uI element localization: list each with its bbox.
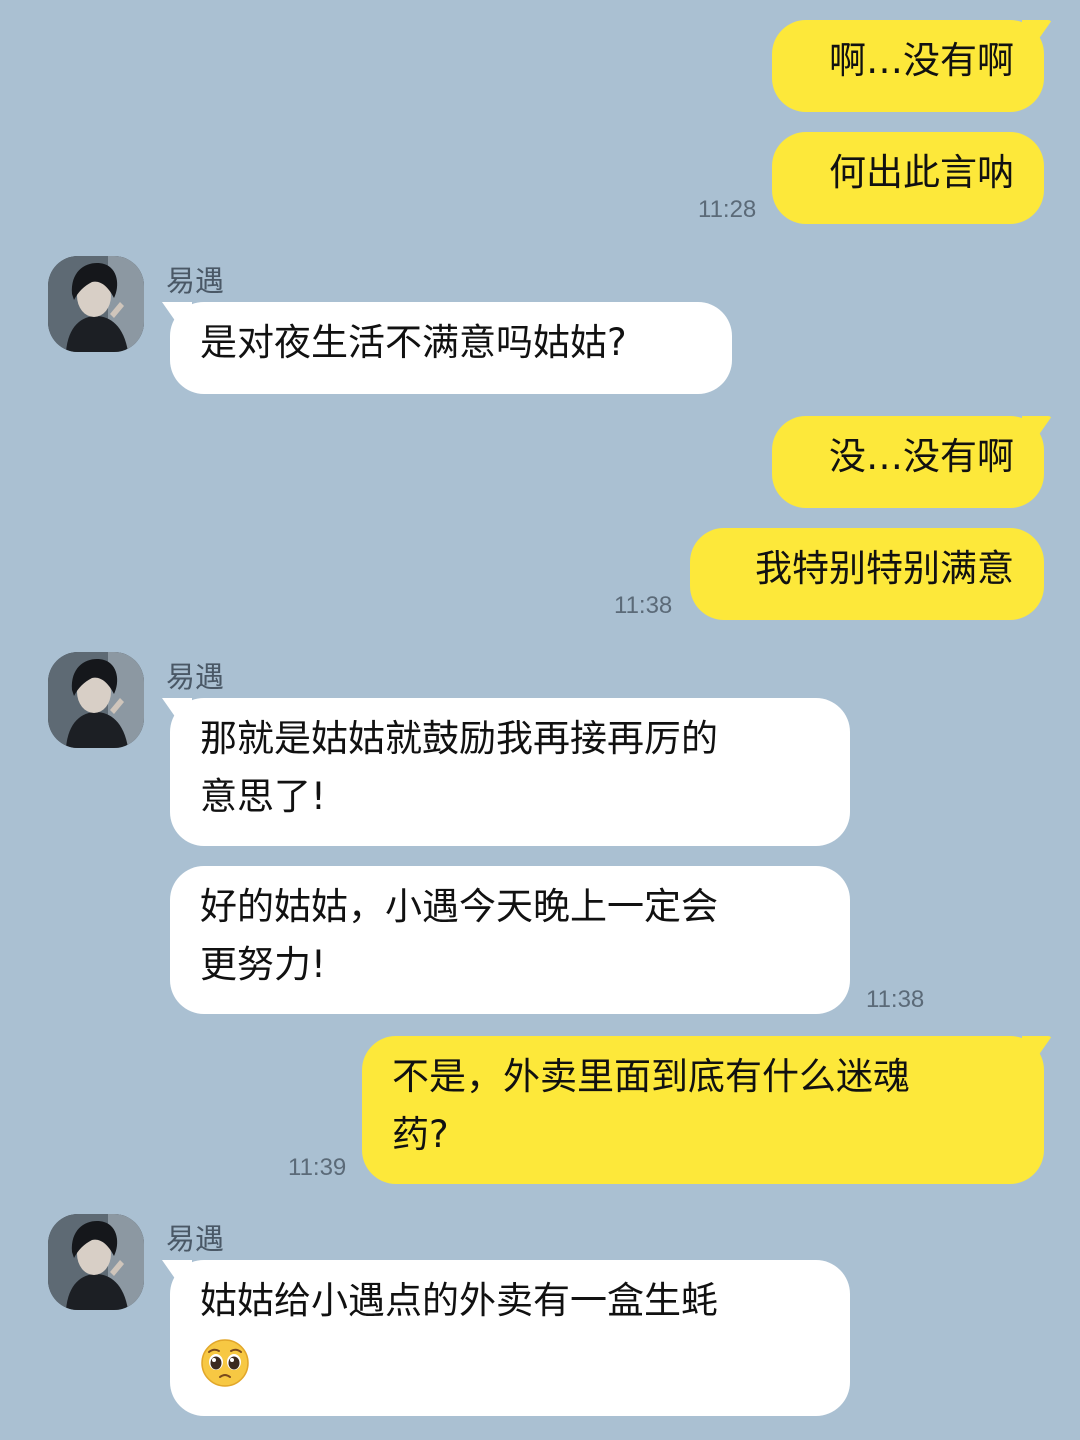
portrait-avatar-icon	[48, 652, 144, 748]
outgoing-message[interactable]: 何出此言呐	[772, 132, 1044, 224]
contact-avatar[interactable]	[48, 1214, 144, 1310]
message-line: 更努力!	[200, 943, 326, 986]
message-timestamp: 11:38	[866, 986, 925, 1013]
contact-avatar[interactable]	[48, 256, 144, 352]
sender-name: 易遇	[166, 660, 225, 694]
message-text: 何出此言呐	[829, 151, 1014, 194]
message-line: 好的姑姑，小遇今天晚上一定会	[200, 885, 718, 928]
incoming-message[interactable]: 好的姑姑，小遇今天晚上一定会 更努力!	[170, 866, 850, 1014]
message-text: 是对夜生活不满意吗姑姑?	[200, 321, 627, 364]
message-timestamp: 11:38	[614, 592, 673, 619]
portrait-avatar-icon	[48, 256, 144, 352]
sender-name: 易遇	[166, 1222, 225, 1256]
message-timestamp: 11:28	[698, 196, 757, 223]
message-text: 我特别特别满意	[755, 547, 1014, 590]
contact-avatar[interactable]	[48, 652, 144, 748]
message-line: 姑姑给小遇点的外卖有一盒生蚝	[200, 1279, 718, 1322]
chat-window: 啊…没有啊 何出此言呐 11:28 易遇 是对夜生活不满意吗姑姑? 没…没有啊 …	[0, 0, 1080, 1440]
incoming-message[interactable]: 姑姑给小遇点的外卖有一盒生蚝	[170, 1260, 850, 1416]
message-text: 没…没有啊	[829, 435, 1014, 478]
message-timestamp: 11:39	[288, 1154, 347, 1181]
pleading-face-emoji-icon	[201, 1338, 249, 1387]
message-line: 药?	[392, 1113, 449, 1156]
outgoing-message[interactable]: 不是，外卖里面到底有什么迷魂 药?	[362, 1036, 1044, 1184]
incoming-message[interactable]: 是对夜生活不满意吗姑姑?	[170, 302, 732, 394]
incoming-message[interactable]: 那就是姑姑就鼓励我再接再厉的 意思了!	[170, 698, 850, 846]
message-line: 意思了!	[200, 775, 326, 818]
message-line: 那就是姑姑就鼓励我再接再厉的	[200, 717, 718, 760]
outgoing-message[interactable]: 啊…没有啊	[772, 20, 1044, 112]
portrait-avatar-icon	[48, 1214, 144, 1310]
outgoing-message[interactable]: 我特别特别满意	[690, 528, 1044, 620]
message-text: 啊…没有啊	[829, 39, 1014, 82]
message-line: 不是，外卖里面到底有什么迷魂	[392, 1055, 910, 1098]
outgoing-message[interactable]: 没…没有啊	[772, 416, 1044, 508]
sender-name: 易遇	[166, 264, 225, 298]
